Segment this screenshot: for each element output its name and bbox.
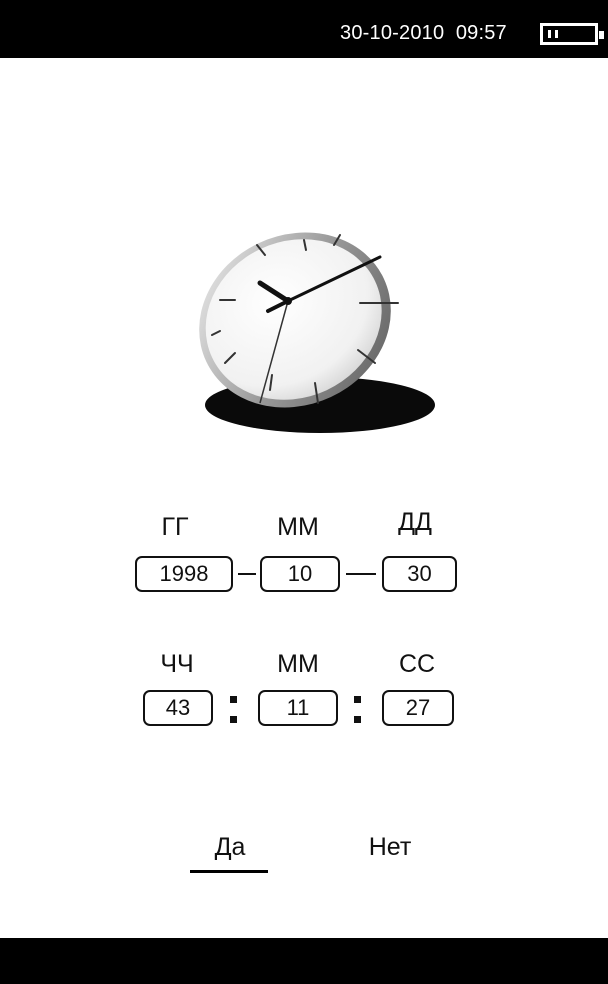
time-separator	[230, 696, 237, 724]
hours-field[interactable]: 43	[143, 690, 213, 726]
month-field[interactable]: 10	[260, 556, 340, 592]
month-label: ММ	[277, 513, 319, 541]
confirm-button[interactable]: Да	[190, 833, 270, 862]
status-bar: 30-10-2010 09:57	[0, 0, 608, 58]
selection-underline	[190, 870, 268, 873]
seconds-label: СС	[398, 650, 436, 678]
year-field[interactable]: 1998	[135, 556, 233, 592]
minutes-field[interactable]: 11	[258, 690, 338, 726]
wall-clock-icon	[190, 215, 450, 450]
time-separator	[354, 696, 361, 724]
bottom-bar	[0, 938, 608, 984]
seconds-field[interactable]: 27	[382, 690, 454, 726]
date-separator	[238, 573, 256, 575]
hours-label: ЧЧ	[160, 650, 194, 678]
date-separator	[346, 573, 376, 575]
cancel-button[interactable]: Нет	[350, 833, 430, 862]
year-label: ГГ	[161, 513, 189, 541]
day-field[interactable]: 30	[382, 556, 457, 592]
status-datetime: 30-10-2010 09:57	[340, 22, 507, 44]
battery-icon	[540, 23, 604, 45]
day-label: ДД	[398, 508, 432, 536]
minutes-label: ММ	[277, 650, 319, 678]
